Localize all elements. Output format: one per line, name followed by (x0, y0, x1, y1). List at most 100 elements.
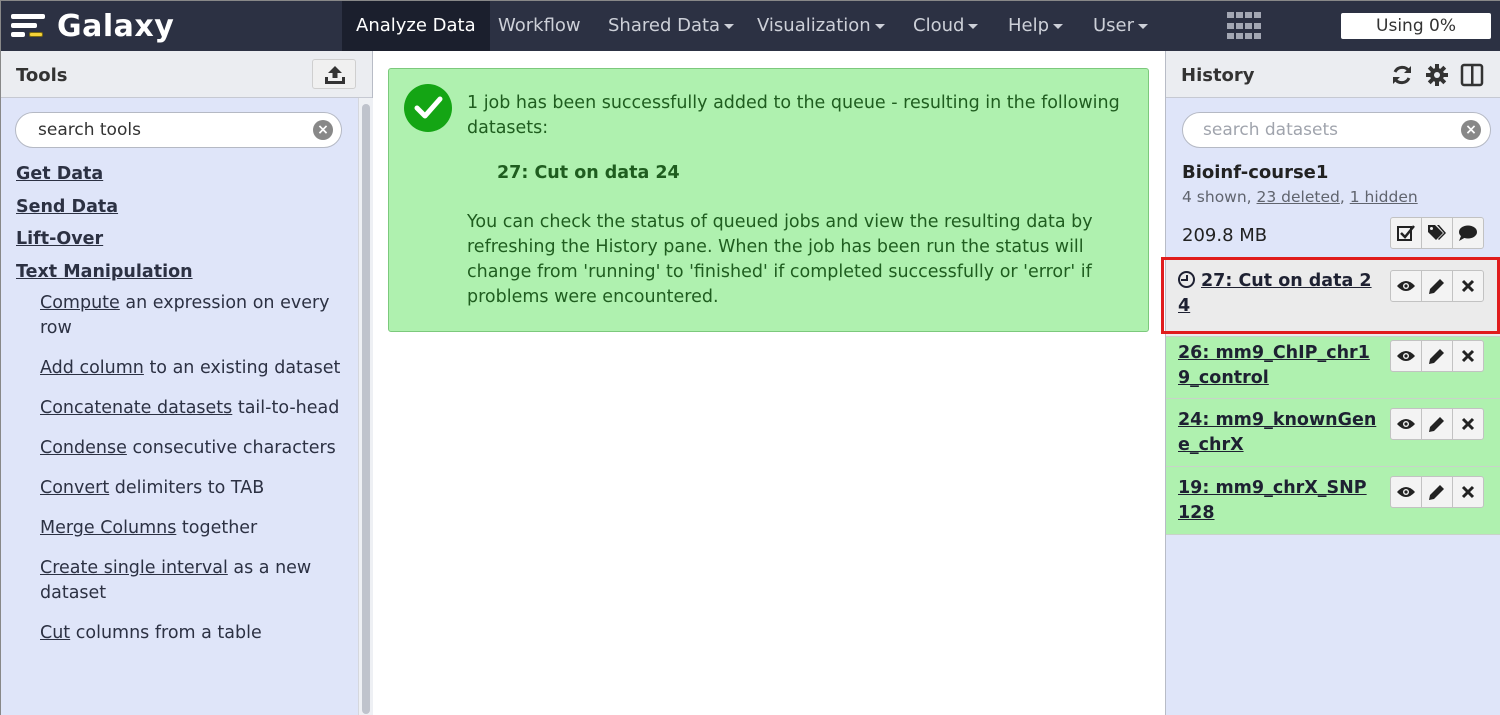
tool-entry: Compute an expression on every row (40, 291, 346, 341)
edit-button[interactable] (1421, 408, 1453, 440)
caret-down-icon (968, 23, 979, 29)
clear-search-icon[interactable]: × (313, 120, 333, 140)
edit-button[interactable] (1421, 476, 1453, 508)
tags-icon (1428, 225, 1446, 240)
history-dataset-27[interactable]: 27: Cut on data 24 (1166, 259, 1500, 337)
tool-section-send-data[interactable]: Send Data (16, 194, 346, 227)
tool-description: delimiters to TAB (109, 478, 265, 498)
message-intro: 1 job has been successfully added to the… (467, 93, 1120, 138)
tool-link[interactable]: Create single interval (40, 558, 228, 578)
tool-entry: Condense consecutive characters (40, 436, 346, 461)
pencil-icon (1429, 279, 1444, 294)
dataset-actions (1390, 270, 1484, 302)
check-circle-icon (404, 84, 452, 132)
tool-link[interactable]: Add column (40, 358, 144, 378)
comment-icon (1459, 225, 1477, 241)
delete-button[interactable] (1452, 408, 1484, 440)
deleted-count-link[interactable]: 23 deleted (1257, 188, 1340, 206)
edit-button[interactable] (1421, 340, 1453, 372)
delete-button[interactable] (1452, 476, 1484, 508)
nav-help[interactable]: Help (994, 1, 1077, 51)
tool-section-lift-over[interactable]: Lift-Over (16, 226, 346, 259)
pencil-icon (1429, 485, 1444, 500)
display-button[interactable] (1390, 340, 1422, 372)
tool-description: columns from a table (70, 623, 262, 643)
galaxy-logo-icon (11, 11, 49, 41)
center-panel: 1 job has been successfully added to the… (373, 51, 1165, 715)
tool-entry: Concatenate datasets tail-to-head (40, 396, 346, 421)
nav-cloud[interactable]: Cloud (899, 1, 992, 51)
display-button[interactable] (1390, 270, 1422, 302)
history-dataset-24[interactable]: 24: mm9_knownGene_chrX (1166, 399, 1500, 467)
upload-icon (325, 66, 345, 84)
pencil-icon (1429, 417, 1444, 432)
gear-icon[interactable] (1425, 63, 1449, 87)
display-button[interactable] (1390, 476, 1422, 508)
tool-link[interactable]: Compute (40, 293, 120, 313)
tool-link[interactable]: Condense (40, 438, 127, 458)
tool-panel-scrollbar[interactable] (358, 98, 373, 715)
nav-user[interactable]: User (1079, 1, 1162, 51)
scrollbar-thumb[interactable] (362, 104, 370, 714)
tool-section-text-manipulation[interactable]: Text Manipulation (16, 259, 346, 292)
dataset-actions (1390, 340, 1484, 372)
nav-shared-data[interactable]: Shared Data (594, 1, 748, 51)
delete-button[interactable] (1452, 270, 1484, 302)
dataset-title[interactable]: 19: mm9_chrX_SNP128 (1178, 476, 1378, 526)
eye-icon (1397, 281, 1415, 291)
nav-workflow[interactable]: Workflow (484, 1, 595, 51)
history-size: 209.8 MB (1182, 225, 1268, 246)
tool-entry: Convert delimiters to TAB (40, 476, 346, 501)
close-icon (1461, 417, 1475, 431)
tool-description: together (176, 518, 258, 538)
annotation-button[interactable] (1452, 217, 1484, 249)
dataset-actions (1390, 476, 1484, 508)
tool-description: to an existing dataset (143, 358, 341, 378)
tool-entry: Cut columns from a table (40, 621, 346, 646)
history-dataset-19[interactable]: 19: mm9_chrX_SNP128 (1166, 467, 1500, 535)
close-icon (1461, 279, 1475, 293)
tool-link[interactable]: Concatenate datasets (40, 398, 232, 418)
clock-icon (1178, 271, 1195, 288)
nav-analyze-data[interactable]: Analyze Data (342, 1, 490, 51)
tool-entry: Add column to an existing dataset (40, 356, 346, 381)
quota-meter[interactable]: Using 0% (1341, 13, 1491, 39)
tool-link[interactable]: Convert (40, 478, 109, 498)
caret-down-icon (874, 23, 885, 29)
dataset-actions (1390, 408, 1484, 440)
dataset-title[interactable]: 26: mm9_ChIP_chr19_control (1178, 341, 1378, 391)
tool-description: consecutive characters (126, 438, 336, 458)
tags-button[interactable] (1421, 217, 1453, 249)
pencil-icon (1429, 349, 1444, 364)
history-dataset-26[interactable]: 26: mm9_ChIP_chr19_control (1166, 337, 1500, 399)
clear-search-icon[interactable]: × (1461, 120, 1481, 140)
nav-visualization[interactable]: Visualization (743, 1, 899, 51)
edit-button[interactable] (1421, 270, 1453, 302)
tool-list: Get Data Send Data Lift-Over Text Manipu… (16, 161, 346, 661)
tool-link[interactable]: Cut (40, 623, 70, 643)
select-datasets-button[interactable] (1390, 217, 1422, 249)
tool-link[interactable]: Merge Columns (40, 518, 176, 538)
caret-down-icon (1053, 23, 1064, 29)
tool-entry: Create single interval as a new dataset (40, 556, 346, 606)
refresh-icon[interactable] (1390, 63, 1414, 87)
columns-icon[interactable] (1460, 63, 1484, 87)
upload-button[interactable] (312, 59, 356, 89)
history-name[interactable]: Bioinf-course1 (1182, 162, 1328, 183)
history-panel: History search datasets × Bioinf-course1… (1165, 51, 1500, 715)
scratchbook-grid-icon[interactable] (1227, 12, 1261, 42)
tool-search-input[interactable]: search tools (15, 112, 342, 148)
hidden-count-link[interactable]: 1 hidden (1350, 188, 1418, 206)
close-icon (1461, 485, 1475, 499)
display-button[interactable] (1390, 408, 1422, 440)
caret-down-icon (1138, 23, 1149, 29)
tool-panel-title: Tools (16, 65, 68, 86)
dataset-title[interactable]: 24: mm9_knownGene_chrX (1178, 408, 1378, 458)
message-dataset-name: 27: Cut on data 24 (497, 163, 680, 183)
dataset-title[interactable]: 27: Cut on data 24 (1178, 269, 1378, 319)
tool-section-get-data[interactable]: Get Data (16, 161, 346, 194)
brand-link[interactable]: Galaxy (11, 1, 174, 51)
counts-separator: , (1339, 188, 1350, 206)
delete-button[interactable] (1452, 340, 1484, 372)
history-search-input[interactable]: search datasets (1182, 112, 1491, 148)
